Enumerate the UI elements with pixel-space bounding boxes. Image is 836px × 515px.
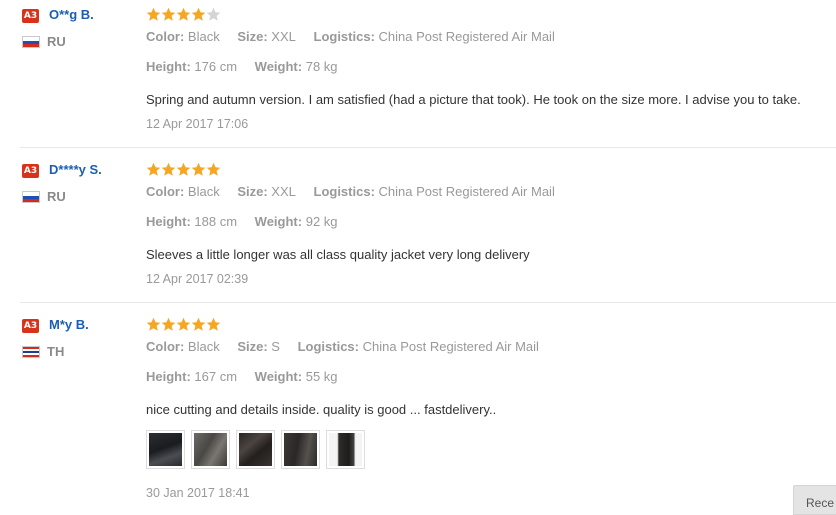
- review-divider: [20, 147, 836, 148]
- star-filled-icon: [146, 162, 161, 177]
- color-label: Color:: [146, 184, 185, 199]
- thailand-flag-icon: [22, 346, 40, 358]
- review-text: Spring and autumn version. I am satisfie…: [146, 92, 801, 107]
- logistics-value: China Post Registered Air Mail: [378, 29, 555, 44]
- color-value: Black: [187, 339, 220, 354]
- height-label: Height:: [146, 214, 191, 229]
- height-value: 176 cm: [194, 59, 238, 74]
- size-value: XXL: [271, 29, 296, 44]
- weight-label: Weight:: [254, 369, 303, 384]
- height-value: 188 cm: [194, 214, 238, 229]
- size-label: Size:: [237, 339, 268, 354]
- weight-value: 92 kg: [305, 214, 338, 229]
- logistics-label: Logistics:: [313, 29, 375, 44]
- buyer-name[interactable]: M*y B.: [49, 317, 89, 333]
- star-rating: [146, 162, 221, 178]
- buyer-level-badge: A3: [22, 319, 39, 333]
- logistics-value: China Post Registered Air Mail: [378, 184, 555, 199]
- review-date: 12 Apr 2017 02:39: [146, 272, 249, 286]
- russia-flag-icon: [22, 191, 40, 203]
- buyer-name[interactable]: O**g B.: [49, 7, 94, 23]
- logistics-value: China Post Registered Air Mail: [362, 339, 539, 354]
- star-filled-icon: [191, 317, 206, 332]
- height-label: Height:: [146, 369, 191, 384]
- review-photo-thumbnail[interactable]: [281, 430, 320, 469]
- size-label: Size:: [237, 184, 268, 199]
- order-attributes: Color: Black Size: S Logistics: China Po…: [146, 339, 539, 355]
- weight-value: 78 kg: [305, 59, 338, 74]
- star-filled-icon: [161, 162, 176, 177]
- star-filled-icon: [161, 7, 176, 22]
- review-text: nice cutting and details inside. quality…: [146, 402, 497, 417]
- weight-value: 55 kg: [305, 369, 338, 384]
- review-photo-thumbnail[interactable]: [326, 430, 365, 469]
- star-filled-icon: [146, 317, 161, 332]
- review-photo-thumbnail[interactable]: [236, 430, 275, 469]
- order-attributes: Color: Black Size: XXL Logistics: China …: [146, 184, 555, 200]
- color-value: Black: [187, 29, 220, 44]
- star-filled-icon: [176, 162, 191, 177]
- star-filled-icon: [176, 7, 191, 22]
- buyer-measurements: Height: 167 cm Weight: 55 kg: [146, 369, 338, 385]
- logistics-label: Logistics:: [297, 339, 359, 354]
- review-photo-thumbnail[interactable]: [146, 430, 185, 469]
- buyer-name[interactable]: D****y S.: [49, 162, 102, 178]
- buyer-measurements: Height: 188 cm Weight: 92 kg: [146, 214, 338, 230]
- buyer-measurements: Height: 176 cm Weight: 78 kg: [146, 59, 338, 75]
- color-label: Color:: [146, 29, 185, 44]
- star-filled-icon: [161, 317, 176, 332]
- star-filled-icon: [191, 162, 206, 177]
- buyer-country: RU: [47, 189, 66, 204]
- star-filled-icon: [206, 317, 221, 332]
- height-value: 167 cm: [194, 369, 238, 384]
- star-filled-icon: [206, 162, 221, 177]
- star-rating: [146, 317, 221, 333]
- review-divider: [20, 302, 836, 303]
- size-label: Size:: [237, 29, 268, 44]
- star-rating: [146, 7, 221, 23]
- review-photo-thumbnail[interactable]: [191, 430, 230, 469]
- color-value: Black: [187, 184, 220, 199]
- weight-label: Weight:: [254, 214, 303, 229]
- buyer-country: TH: [47, 344, 65, 359]
- star-filled-icon: [176, 317, 191, 332]
- star-filled-icon: [146, 7, 161, 22]
- star-empty-icon: [206, 7, 221, 22]
- buyer-level-badge: A3: [22, 164, 39, 178]
- review-text: Sleeves a little longer was all class qu…: [146, 247, 530, 262]
- color-label: Color:: [146, 339, 185, 354]
- russia-flag-icon: [22, 36, 40, 48]
- height-label: Height:: [146, 59, 191, 74]
- order-attributes: Color: Black Size: XXL Logistics: China …: [146, 29, 555, 45]
- buyer-country: RU: [47, 34, 66, 49]
- review-photos: [146, 430, 365, 469]
- star-filled-icon: [191, 7, 206, 22]
- size-value: XXL: [271, 184, 296, 199]
- review-date: 30 Jan 2017 18:41: [146, 486, 250, 500]
- logistics-label: Logistics:: [313, 184, 375, 199]
- weight-label: Weight:: [254, 59, 303, 74]
- buyer-level-badge: A3: [22, 9, 39, 23]
- review-date: 12 Apr 2017 17:06: [146, 117, 249, 131]
- sort-recent-button[interactable]: Rece: [793, 485, 836, 515]
- size-value: S: [271, 339, 280, 354]
